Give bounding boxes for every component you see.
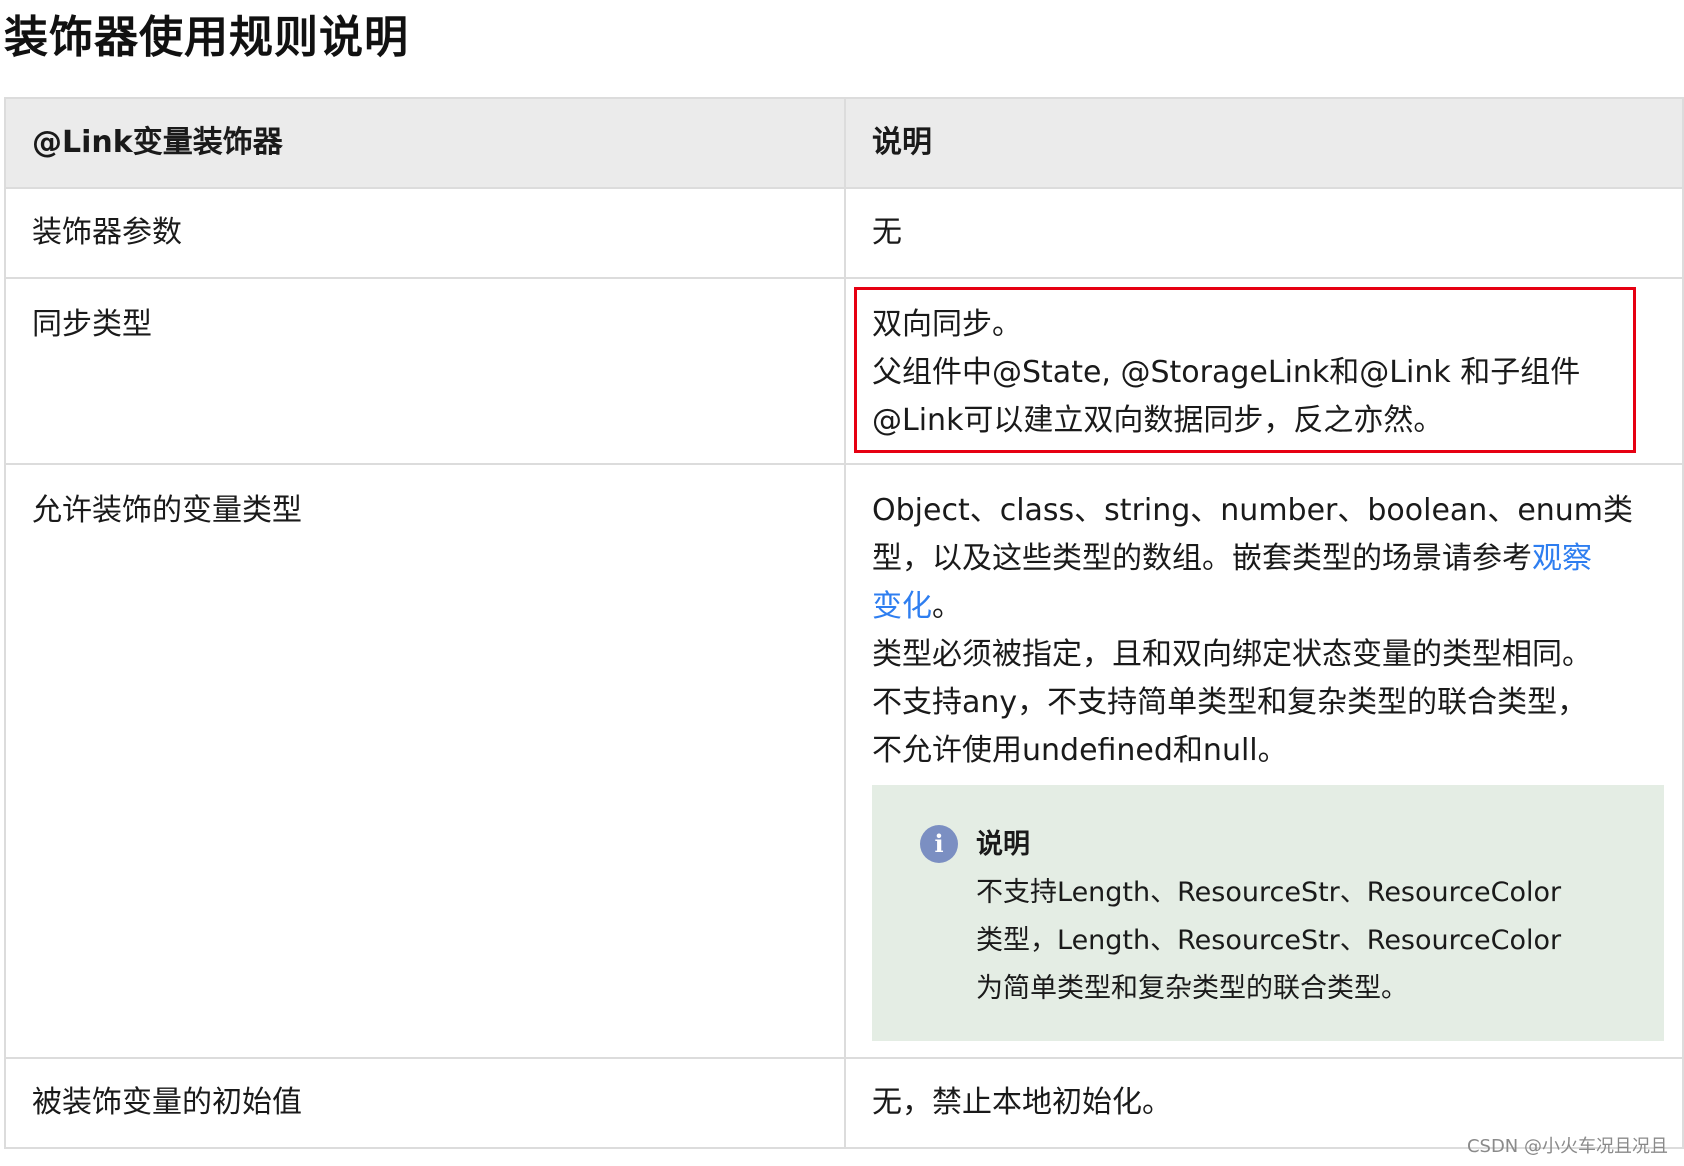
observe-changes-link-part2[interactable]: 变化 [872, 589, 932, 624]
row-label-init: 被装饰变量的初始值 [4, 1057, 846, 1149]
note-box: i 说明 不支持Length、ResourceStr、ResourceColor… [872, 785, 1664, 1041]
note-line-3: 为简单类型和复杂类型的联合类型。 [976, 973, 1408, 1004]
types-line-3-suffix: 。 [932, 589, 962, 624]
sync-line-3: @Link可以建立双向数据同步，反之亦然。 [872, 403, 1444, 438]
highlighted-sync-description: 双向同步。 父组件中@State, @StorageLink和@Link 和子组… [854, 287, 1656, 453]
types-line-2: 型，以及这些类型的数组。嵌套类型的场景请参考观察 [872, 535, 1656, 583]
note-title: 说明 [976, 829, 1030, 860]
sync-line-2: 父组件中@State, @StorageLink和@Link 和子组件 [872, 355, 1581, 390]
sync-line-1: 双向同步。 [872, 307, 1022, 342]
note-line-2: 类型，Length、ResourceStr、ResourceColor [976, 925, 1562, 956]
table-row: 同步类型 双向同步。 父组件中@State, @StorageLink和@Lin… [4, 277, 1684, 465]
observe-changes-link-part1[interactable]: 观察 [1532, 541, 1592, 576]
row-value-params: 无 [844, 187, 1684, 279]
header-description: 说明 [844, 97, 1684, 189]
types-line-6: 不允许使用undefined和null。 [872, 733, 1288, 768]
table-row: 允许装饰的变量类型 Object、class、string、number、boo… [4, 463, 1684, 1059]
row-label-sync: 同步类型 [4, 277, 846, 465]
row-label-types: 允许装饰的变量类型 [4, 463, 846, 1059]
row-value-sync: 双向同步。 父组件中@State, @StorageLink和@Link 和子组… [844, 277, 1684, 465]
info-icon: i [920, 825, 958, 863]
table-row: 装饰器参数 无 [4, 187, 1684, 279]
row-label-params: 装饰器参数 [4, 187, 846, 279]
row-value-types: Object、class、string、number、boolean、enum类… [844, 463, 1684, 1059]
table-header-row: @Link变量装饰器 说明 [4, 97, 1684, 189]
watermark: CSDN @小火车况且况且 [1466, 1136, 1668, 1157]
types-line-3: 变化。 [872, 583, 1656, 631]
note-content: 说明 不支持Length、ResourceStr、ResourceColor 类… [976, 821, 1664, 1013]
types-line-5: 不支持any，不支持简单类型和复杂类型的联合类型， [872, 685, 1588, 720]
decorator-rules-table: @Link变量装饰器 说明 装饰器参数 无 同步类型 双向同步。 父组件中@St… [4, 97, 1684, 1149]
types-line-4: 类型必须被指定，且和双向绑定状态变量的类型相同。 [872, 637, 1592, 672]
page-title: 装饰器使用规则说明 [4, 12, 409, 63]
note-line-1: 不支持Length、ResourceStr、ResourceColor [976, 877, 1562, 908]
types-line-1: Object、class、string、number、boolean、enum类 [872, 493, 1634, 528]
header-decorator: @Link变量装饰器 [4, 97, 846, 189]
types-line-2-text: 型，以及这些类型的数组。嵌套类型的场景请参考 [872, 541, 1532, 576]
table-row: 被装饰变量的初始值 无，禁止本地初始化。 [4, 1057, 1684, 1149]
